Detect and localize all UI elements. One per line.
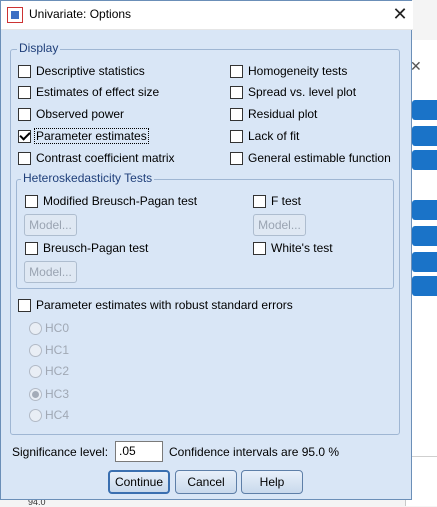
heteroskedasticity-legend: Heteroskedasticity Tests (21, 171, 155, 185)
modified-bp-label: Modified Breusch-Pagan test (43, 194, 198, 208)
background-button (412, 226, 437, 246)
f-test-model-button[interactable]: Model... (253, 214, 306, 236)
bp-checkbox[interactable] (25, 242, 38, 255)
continue-button[interactable]: Continue (108, 470, 170, 494)
effect-size-checkbox[interactable] (18, 86, 31, 99)
homogeneity-tests-label: Homogeneity tests (248, 64, 348, 78)
general-estimable-label: General estimable function (248, 151, 391, 165)
parameter-estimates-checkbox[interactable] (18, 130, 31, 143)
robust-se-checkbox[interactable] (18, 299, 31, 312)
background-button (412, 126, 437, 146)
hc0-radio[interactable] (29, 322, 42, 335)
background-button (412, 100, 437, 120)
contrast-matrix-label: Contrast coefficient matrix (36, 151, 175, 165)
homogeneity-tests-checkbox[interactable] (230, 65, 243, 78)
hc4-radio[interactable] (29, 409, 42, 422)
modified-bp-checkbox[interactable] (25, 195, 38, 208)
hc2-label: HC2 (45, 364, 70, 378)
whites-test-checkbox[interactable] (253, 242, 266, 255)
spread-level-plot-checkbox[interactable] (230, 86, 243, 99)
bp-model-button[interactable]: Model... (24, 261, 77, 283)
close-icon[interactable]: ✕ (389, 3, 411, 25)
residual-plot-label: Residual plot (248, 107, 318, 121)
parameter-estimates-label: Parameter estimates (34, 128, 149, 144)
background-button (412, 276, 437, 296)
app-icon (7, 7, 23, 23)
confidence-interval-text: Confidence intervals are 95.0 % (169, 445, 340, 459)
descriptive-statistics-checkbox[interactable] (18, 65, 31, 78)
whites-test-label: White's test (271, 241, 333, 255)
hc3-radio[interactable] (29, 388, 42, 401)
hc3-label: HC3 (45, 387, 70, 401)
f-test-label: F test (271, 194, 302, 208)
effect-size-label: Estimates of effect size (36, 85, 160, 99)
window-title: Univariate: Options (29, 7, 132, 21)
bp-label: Breusch-Pagan test (43, 241, 149, 255)
descriptive-statistics-label: Descriptive statistics (36, 64, 145, 78)
spread-level-plot-label: Spread vs. level plot (248, 85, 357, 99)
hc0-label: HC0 (45, 321, 70, 335)
modified-bp-model-button[interactable]: Model... (24, 214, 77, 236)
background-button (412, 150, 437, 170)
residual-plot-checkbox[interactable] (230, 108, 243, 121)
lack-of-fit-label: Lack of fit (248, 129, 300, 143)
hc1-radio[interactable] (29, 344, 42, 357)
title-bar: Univariate: Options ✕ (1, 1, 413, 30)
robust-se-label: Parameter estimates with robust standard… (36, 298, 293, 312)
observed-power-checkbox[interactable] (18, 108, 31, 121)
significance-level-input[interactable]: .05 (115, 441, 163, 462)
observed-power-label: Observed power (36, 107, 125, 121)
background-button (412, 200, 437, 220)
lack-of-fit-checkbox[interactable] (230, 130, 243, 143)
hc2-radio[interactable] (29, 365, 42, 378)
cancel-button[interactable]: Cancel (175, 470, 237, 494)
significance-level-label: Significance level: (12, 445, 109, 459)
general-estimable-checkbox[interactable] (230, 152, 243, 165)
f-test-checkbox[interactable] (253, 195, 266, 208)
help-button[interactable]: Help (241, 470, 303, 494)
hc4-label: HC4 (45, 408, 70, 422)
background-button (412, 252, 437, 272)
contrast-matrix-checkbox[interactable] (18, 152, 31, 165)
hc1-label: HC1 (45, 343, 70, 357)
display-legend: Display (17, 41, 61, 55)
options-dialog: Univariate: Options ✕ Display Descriptiv… (0, 0, 413, 500)
